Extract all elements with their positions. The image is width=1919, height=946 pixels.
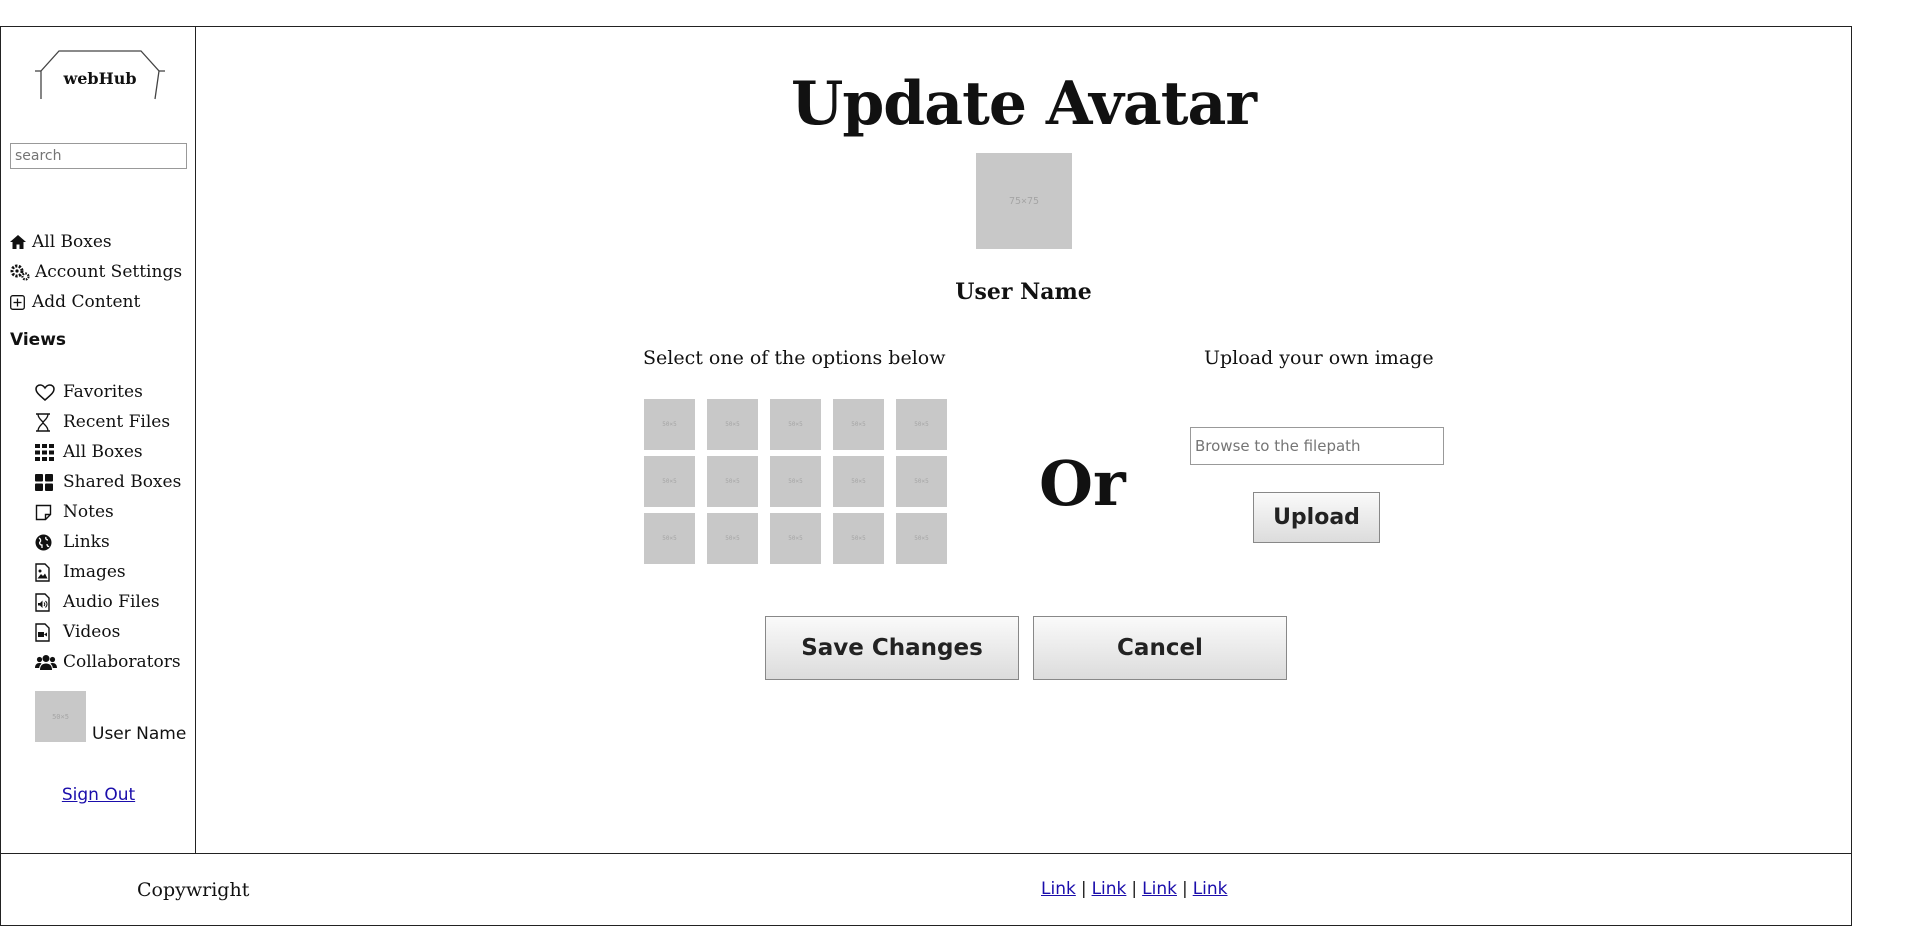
user-avatar[interactable]: 50×5 (35, 691, 86, 742)
view-label: All Boxes (63, 442, 143, 462)
footer-link[interactable]: Link (1142, 879, 1177, 899)
cancel-button[interactable]: Cancel (1033, 616, 1287, 680)
video-file-icon (35, 622, 63, 642)
avatar-option[interactable]: 50×5 (770, 399, 821, 450)
view-label: Images (63, 562, 126, 582)
audio-file-icon (35, 592, 63, 612)
nav-label: Account Settings (35, 262, 183, 282)
view-item-all-boxes[interactable]: All Boxes (35, 440, 143, 464)
nav-item-add-content[interactable]: Add Content (10, 290, 140, 314)
link-separator: | (1181, 879, 1188, 899)
view-item-collaborators[interactable]: Collaborators (35, 650, 181, 674)
avatar-option[interactable]: 50×5 (707, 456, 758, 507)
view-item-videos[interactable]: Videos (35, 620, 120, 644)
view-item-images[interactable]: Images (35, 560, 126, 584)
footer-link[interactable]: Link (1193, 879, 1228, 899)
avatar-option[interactable]: 50×5 (770, 513, 821, 564)
avatar-option[interactable]: 50×5 (833, 456, 884, 507)
nav-label: Add Content (32, 292, 141, 312)
link-separator: | (1080, 879, 1087, 899)
current-avatar: 75×75 (976, 153, 1072, 249)
view-label: Links (63, 532, 110, 552)
view-item-favorites[interactable]: Favorites (35, 380, 143, 404)
hourglass-icon (35, 412, 63, 432)
avatar-option[interactable]: 50×5 (644, 513, 695, 564)
upload-own-image-label: Upload your own image (1204, 347, 1434, 369)
nav-item-all-boxes[interactable]: All Boxes (10, 230, 112, 254)
search-input[interactable] (10, 143, 187, 169)
avatar-option[interactable]: 50×5 (644, 399, 695, 450)
main-username: User Name (955, 279, 1092, 305)
avatar-option[interactable]: 50×5 (644, 456, 695, 507)
view-item-audio-files[interactable]: Audio Files (35, 590, 160, 614)
sidebar-username: User Name (92, 724, 187, 744)
link-separator: | (1131, 879, 1138, 899)
avatar-option[interactable]: 50×5 (896, 513, 947, 564)
sign-out-link[interactable]: Sign Out (1, 785, 196, 805)
view-label: Videos (63, 622, 121, 642)
avatar-option[interactable]: 50×5 (707, 513, 758, 564)
avatar-option[interactable]: 50×5 (707, 399, 758, 450)
views-heading: Views (10, 330, 67, 350)
copyright-text: Copywright (137, 879, 250, 901)
gears-icon (10, 264, 35, 281)
footer-link[interactable]: Link (1092, 879, 1127, 899)
note-icon (35, 504, 63, 521)
main-content: Update Avatar 75×75 User Name Select one… (196, 27, 1851, 853)
view-item-shared-boxes[interactable]: Shared Boxes (35, 470, 181, 494)
logo-text: webHub (63, 69, 137, 88)
view-label: Audio Files (63, 592, 160, 612)
avatar-option[interactable]: 50×5 (896, 456, 947, 507)
avatar-option[interactable]: 50×5 (833, 399, 884, 450)
home-icon (10, 235, 32, 249)
avatar-option[interactable]: 50×5 (833, 513, 884, 564)
or-divider-text: Or (1039, 447, 1126, 520)
logo[interactable]: webHub (35, 47, 165, 103)
page-frame: webHub All Boxes Account Settings Add Co… (0, 26, 1852, 926)
view-label: Shared Boxes (63, 472, 182, 492)
image-file-icon (35, 562, 63, 582)
nav-label: All Boxes (32, 232, 112, 252)
footer-link[interactable]: Link (1041, 879, 1076, 899)
view-item-links[interactable]: Links (35, 530, 110, 554)
view-label: Recent Files (63, 412, 171, 432)
users-icon (35, 654, 63, 671)
nav-item-account-settings[interactable]: Account Settings (10, 260, 182, 284)
sidebar: webHub All Boxes Account Settings Add Co… (1, 27, 196, 853)
page-title: Update Avatar (791, 69, 1257, 139)
view-item-notes[interactable]: Notes (35, 500, 114, 524)
tiles-icon (35, 473, 63, 491)
filepath-input[interactable] (1190, 427, 1444, 465)
upload-button[interactable]: Upload (1253, 492, 1380, 543)
grid-icon (35, 443, 63, 461)
view-item-recent-files[interactable]: Recent Files (35, 410, 170, 434)
plus-square-icon (10, 294, 32, 310)
heart-icon (35, 383, 63, 401)
avatar-option[interactable]: 50×5 (896, 399, 947, 450)
avatar-option[interactable]: 50×5 (770, 456, 821, 507)
select-options-label: Select one of the options below (643, 347, 946, 369)
view-label: Notes (63, 502, 114, 522)
save-changes-button[interactable]: Save Changes (765, 616, 1019, 680)
view-label: Favorites (63, 382, 143, 402)
footer: Copywright Link | Link | Link | Link (1, 853, 1851, 926)
globe-icon (35, 534, 63, 551)
view-label: Collaborators (63, 652, 181, 672)
footer-links: Link | Link | Link | Link (1041, 879, 1228, 899)
avatar-options-grid: 50×5 50×5 50×5 50×5 50×5 50×5 50×5 50×5 … (644, 399, 950, 564)
